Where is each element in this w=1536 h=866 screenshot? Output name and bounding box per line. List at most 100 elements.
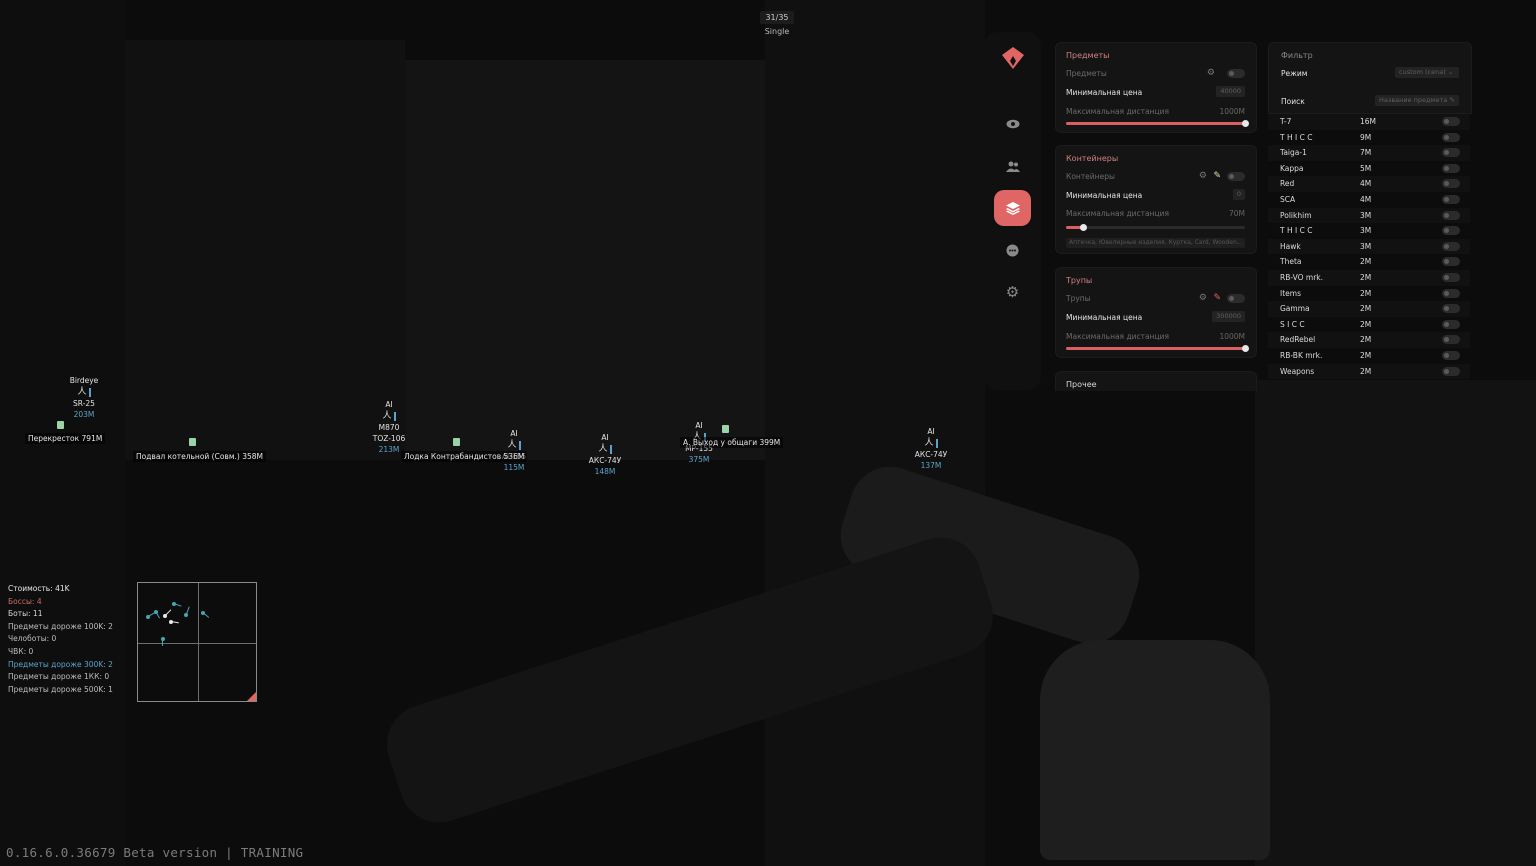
filter-item-price: 4M	[1360, 179, 1372, 189]
filter-item-price: 2M	[1360, 304, 1372, 314]
nav-settings[interactable]: ⚙	[994, 274, 1031, 310]
esp-player-tag: AI	[927, 427, 935, 436]
filter-list-item: Polikhim 3M	[1268, 207, 1470, 224]
row-label: Максимальная дистанция	[1066, 332, 1170, 341]
mode-select-value: custom (cena)	[1399, 68, 1446, 76]
slider-knob[interactable]	[1080, 224, 1088, 231]
filter-item-toggle[interactable]	[1442, 304, 1460, 314]
gear-icon[interactable]: ⚙	[1199, 171, 1207, 181]
radar-axis-horizontal	[138, 643, 256, 644]
radar-blip	[154, 610, 158, 614]
filter-item-name: RedRebel	[1280, 335, 1316, 345]
player-figure-icon: 人	[507, 440, 517, 450]
filter-item-price: 2M	[1360, 319, 1372, 329]
filter-item-name: Theta	[1280, 257, 1302, 267]
pencil-icon[interactable]: ✎	[1213, 171, 1221, 181]
filter-item-toggle[interactable]	[1442, 319, 1460, 329]
items-max-distance-row: Максимальная дистанция 1000M	[1066, 107, 1245, 117]
corpses-toggle-row: Трупы ⚙ ✎	[1066, 293, 1245, 304]
exfil-icon	[722, 425, 729, 433]
filter-list-item: Weapons 2M	[1268, 363, 1470, 380]
filter-item-name: Hawk	[1280, 241, 1301, 251]
esp-player-weapon: АКС-74У	[914, 450, 948, 459]
corpses-panel: Трупы Трупы ⚙ ✎ Минимальная цена 300000 …	[1055, 267, 1257, 358]
filter-item-price: 2M	[1360, 273, 1372, 282]
exfil-label: Подвал котельной (Совм.) 358M	[133, 451, 266, 462]
filter-item-toggle[interactable]	[1442, 351, 1460, 360]
search-input[interactable]: Название предмета ✎	[1375, 95, 1459, 106]
filter-item-price: 4M	[1360, 195, 1372, 204]
min-price-input[interactable]: 40000	[1216, 86, 1245, 97]
other-panel[interactable]: Прочее	[1055, 371, 1257, 391]
nav-players[interactable]	[994, 148, 1031, 184]
esp-player-distance: 115M	[503, 463, 525, 472]
filter-item-toggle[interactable]	[1442, 288, 1460, 298]
filter-item-toggle[interactable]	[1442, 179, 1460, 189]
corpses-min-price-row: Минимальная цена 300000	[1066, 311, 1245, 323]
corpses-toggle[interactable]	[1227, 294, 1245, 303]
nav-loot[interactable]	[994, 190, 1031, 226]
esp-player: AI 人 M870 TOZ-106 213M	[366, 399, 412, 455]
filter-list-item: RedRebel 2M	[1268, 332, 1470, 348]
min-price-input[interactable]: 300000	[1212, 311, 1245, 322]
containers-panel: Контейнеры Контейнеры ⚙ ✎ Минимальная це…	[1055, 145, 1257, 254]
filter-item-toggle[interactable]	[1442, 273, 1460, 282]
panel-title: Трупы	[1066, 276, 1093, 285]
filter-item-toggle[interactable]	[1442, 241, 1460, 251]
filter-list-item: Hawk 3M	[1268, 238, 1470, 255]
filter-item-name: RB-VO mrk.	[1280, 273, 1324, 282]
users-icon	[1005, 161, 1020, 172]
exfil-icon	[57, 421, 64, 429]
filter-item-toggle[interactable]	[1442, 335, 1460, 345]
row-label: Максимальная дистанция	[1066, 209, 1170, 218]
row-label: Контейнеры	[1066, 172, 1115, 181]
filter-item-price: 2M	[1360, 366, 1372, 376]
filter-item-toggle[interactable]	[1442, 117, 1460, 126]
gear-icon[interactable]: ⚙	[1207, 68, 1215, 78]
filter-item-toggle[interactable]	[1442, 148, 1460, 158]
slider-knob[interactable]	[1241, 120, 1249, 127]
items-min-price-row: Минимальная цена 40000	[1066, 86, 1245, 98]
esp-player-weapon: АКС-74У	[588, 456, 622, 465]
max-distance-slider[interactable]	[1066, 120, 1249, 127]
mode-select[interactable]: custom (cena) ⌄	[1395, 67, 1459, 78]
radar-blip	[172, 602, 176, 606]
radar-blip	[163, 614, 167, 618]
max-distance-slider[interactable]	[1066, 224, 1245, 231]
row-label: Предметы	[1066, 69, 1107, 78]
stat-items-1kk: Предметы дороже 1КК: 0	[8, 672, 110, 682]
filter-item-toggle[interactable]	[1442, 366, 1460, 376]
filter-item-toggle[interactable]	[1442, 210, 1460, 220]
filter-item-toggle[interactable]	[1442, 195, 1460, 204]
filter-item-toggle[interactable]	[1442, 257, 1460, 267]
radar-blip	[146, 615, 150, 619]
pencil-icon[interactable]: ✎	[1213, 293, 1221, 303]
gear-icon[interactable]: ⚙	[1199, 293, 1207, 303]
esp-player-tag: AI	[695, 421, 703, 430]
filter-item-toggle[interactable]	[1442, 226, 1460, 236]
filter-item-price: 5M	[1360, 163, 1372, 173]
radar-self-marker	[247, 692, 256, 701]
layers-icon	[1005, 201, 1020, 215]
container-types-select[interactable]: Аптечка, Ювелирные изделия, Куртка, Card…	[1066, 238, 1245, 248]
containers-toggle[interactable]	[1227, 172, 1245, 181]
esp-player-tag: AI	[601, 433, 609, 442]
filter-item-toggle[interactable]	[1442, 163, 1460, 173]
health-bar	[935, 438, 938, 448]
max-distance-slider[interactable]	[1066, 345, 1249, 352]
min-price-input[interactable]: 0	[1232, 189, 1245, 200]
filter-mode-row: Режим custom (cena) ⌄	[1281, 67, 1459, 79]
items-toggle[interactable]	[1227, 69, 1245, 78]
ammo-count: 31/35	[760, 11, 794, 24]
esp-player-tag: Birdeye	[69, 376, 99, 385]
slider-knob[interactable]	[1241, 345, 1249, 352]
filter-item-name: Taiga-1	[1280, 148, 1307, 158]
filter-item-price: 3M	[1360, 241, 1372, 251]
nav-chat[interactable]	[994, 232, 1031, 268]
player-figure-icon: 人	[382, 411, 392, 421]
raid-stats: Стоимость: 41K Боссы: 4 Боты: 11 Предмет…	[8, 583, 113, 696]
filter-item-toggle[interactable]	[1442, 132, 1460, 142]
max-distance-value: 1000M	[1219, 332, 1245, 341]
filter-item-name: SCA	[1280, 195, 1296, 204]
nav-visuals[interactable]	[994, 106, 1031, 142]
